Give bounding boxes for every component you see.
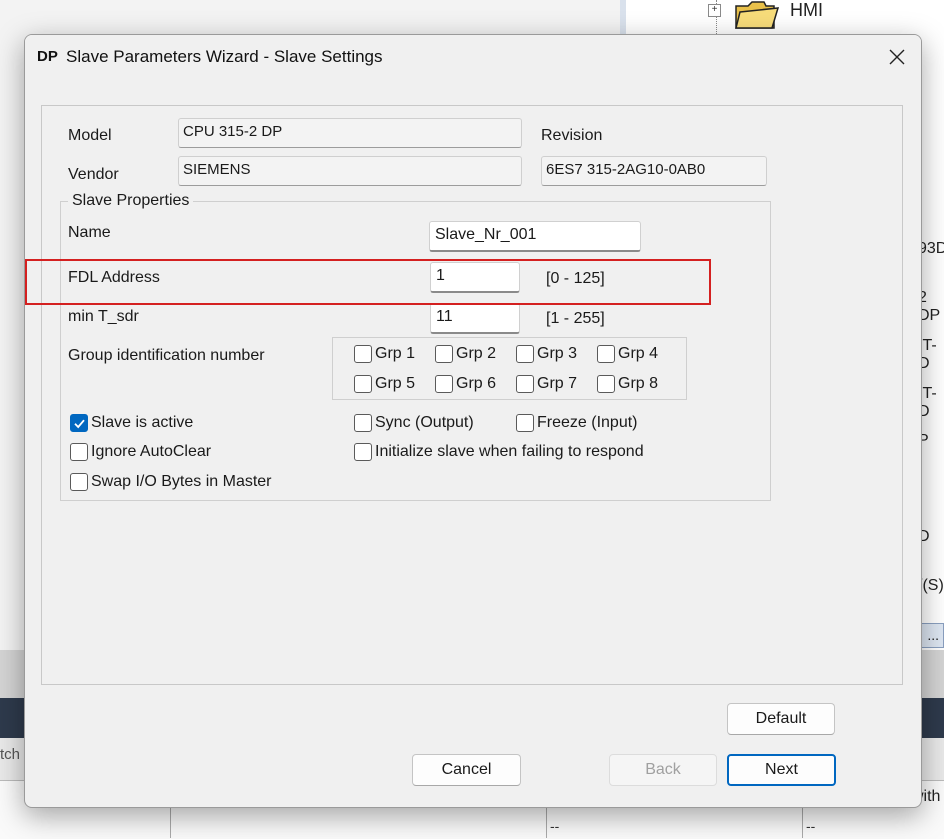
checkbox-box[interactable] xyxy=(70,473,88,491)
folder-icon xyxy=(735,1,780,29)
dialog-title: Slave Parameters Wizard - Slave Settings xyxy=(66,47,383,66)
checkbox-box[interactable] xyxy=(597,345,615,363)
grp-3-checkbox[interactable]: Grp 3 xyxy=(516,345,577,363)
tree-node-hmi[interactable]: HMI xyxy=(790,0,823,21)
checkbox-box[interactable] xyxy=(516,375,534,393)
checkmark-icon xyxy=(73,419,85,428)
dp-logo: DP xyxy=(37,48,58,65)
slave-active-checkbox[interactable]: Slave is active xyxy=(70,414,193,432)
ignore-autoclear-checkbox[interactable]: Ignore AutoClear xyxy=(70,443,211,461)
revision-field: 6ES7 315-2AG10-0AB0 xyxy=(541,156,767,186)
tree-expand-icon[interactable]: + xyxy=(708,4,721,17)
grp-8-checkbox[interactable]: Grp 8 xyxy=(597,375,658,393)
dialog-titlebar[interactable]: DP Slave Parameters Wizard - Slave Setti… xyxy=(25,35,921,79)
vendor-label: Vendor xyxy=(68,166,119,183)
checkbox-box[interactable] xyxy=(516,414,534,432)
grp-4-checkbox[interactable]: Grp 4 xyxy=(597,345,658,363)
checkbox-box[interactable] xyxy=(354,414,372,432)
min-tsdr-label: min T_sdr xyxy=(68,308,139,325)
model-label: Model xyxy=(68,127,112,144)
checkbox-box[interactable] xyxy=(354,443,372,461)
fdl-address-highlight-box xyxy=(25,259,711,305)
checkbox-box[interactable] xyxy=(354,345,372,363)
cancel-button[interactable]: Cancel xyxy=(412,754,521,786)
model-field: CPU 315-2 DP xyxy=(178,118,522,148)
checkbox-box[interactable] xyxy=(435,345,453,363)
min-tsdr-range: [1 - 255] xyxy=(546,310,605,327)
default-button[interactable]: Default xyxy=(727,703,835,735)
initialize-slave-checkbox[interactable]: Initialize slave when failing to respond xyxy=(354,443,644,461)
table-cell: -- xyxy=(550,818,560,834)
background-tab-fragment[interactable]: tch xyxy=(0,746,20,763)
slave-settings-dialog: DP Slave Parameters Wizard - Slave Setti… xyxy=(24,34,922,808)
name-label: Name xyxy=(68,224,111,241)
checkbox-box[interactable] xyxy=(435,375,453,393)
close-icon xyxy=(889,49,905,65)
slave-properties-legend: Slave Properties xyxy=(68,192,194,210)
grp-6-checkbox[interactable]: Grp 6 xyxy=(435,375,496,393)
table-cell: -- xyxy=(806,818,816,834)
name-input[interactable]: Slave_Nr_001 xyxy=(429,221,641,252)
close-button[interactable] xyxy=(873,35,921,79)
checkbox-box[interactable] xyxy=(70,414,88,432)
checkbox-box[interactable] xyxy=(354,375,372,393)
vendor-field: SIEMENS xyxy=(178,156,522,186)
grp-2-checkbox[interactable]: Grp 2 xyxy=(435,345,496,363)
grp-5-checkbox[interactable]: Grp 5 xyxy=(354,375,415,393)
next-button[interactable]: Next xyxy=(727,754,836,786)
min-tsdr-input[interactable]: 11 xyxy=(430,303,520,334)
revision-label: Revision xyxy=(541,127,603,144)
sync-output-checkbox[interactable]: Sync (Output) xyxy=(354,414,474,432)
freeze-input-checkbox[interactable]: Freeze (Input) xyxy=(516,414,637,432)
group-id-label: Group identification number xyxy=(68,347,265,364)
swap-io-checkbox[interactable]: Swap I/O Bytes in Master xyxy=(70,473,272,491)
checkbox-box[interactable] xyxy=(70,443,88,461)
settings-panel: Model CPU 315-2 DP Revision Vendor SIEME… xyxy=(41,105,903,685)
checkbox-box[interactable] xyxy=(597,375,615,393)
back-button[interactable]: Back xyxy=(609,754,717,786)
checkbox-box[interactable] xyxy=(516,345,534,363)
grp-1-checkbox[interactable]: Grp 1 xyxy=(354,345,415,363)
grp-7-checkbox[interactable]: Grp 7 xyxy=(516,375,577,393)
